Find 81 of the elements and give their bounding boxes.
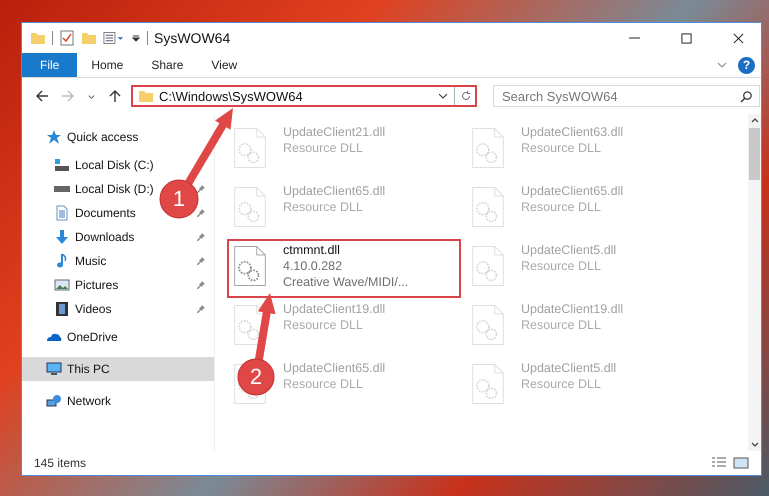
file-detail: Resource DLL — [521, 259, 602, 273]
sidebar-item[interactable]: Quick access — [22, 125, 214, 149]
sidebar-item[interactable]: Local Disk (D:) — [75, 182, 154, 196]
sidebar-item[interactable]: Music — [75, 254, 106, 268]
file-name: UpdateClient19.dll — [521, 302, 624, 316]
pin-icon[interactable] — [196, 280, 206, 290]
file-gears-icon — [471, 304, 505, 346]
sidebar-item[interactable]: Network — [22, 389, 214, 413]
picture-icon — [54, 277, 70, 293]
address-field[interactable]: C:\Windows\SysWOW64 — [131, 85, 477, 107]
maximize-icon[interactable] — [680, 32, 692, 44]
file-detail: Resource DLL — [283, 141, 364, 155]
sidebar-item[interactable]: This PC — [22, 357, 214, 381]
file-gears-icon — [471, 127, 505, 169]
item-count: 145 items — [34, 456, 86, 470]
file-name: UpdateClient65.dll — [283, 361, 386, 375]
step-number: 1 — [172, 186, 186, 212]
file-name: UpdateClient5.dll — [521, 243, 616, 257]
file-detail: Resource DLL — [283, 318, 364, 332]
step-number: 2 — [248, 364, 264, 390]
file-detail: Resource DLL — [521, 318, 602, 332]
file-gears-icon — [471, 363, 505, 405]
film-icon — [54, 301, 70, 317]
file-detail: Resource DLL — [283, 200, 364, 214]
properties-icon[interactable] — [103, 30, 125, 46]
drive-icon — [54, 186, 70, 192]
ribbon-tab[interactable]: Home — [77, 53, 138, 77]
file-gears-icon — [233, 245, 267, 287]
sidebar-item[interactable]: OneDrive — [22, 325, 214, 349]
file-name: UpdateClient63.dll — [521, 125, 624, 139]
drive-icon — [54, 157, 70, 173]
sidebar-item[interactable]: Documents — [75, 206, 136, 220]
file-name: UpdateClient21.dll — [283, 125, 386, 139]
pin-icon[interactable] — [196, 304, 206, 314]
file-name: UpdateClient5.dll — [521, 361, 616, 375]
file-tab[interactable]: File — [22, 53, 78, 77]
large-icons-view-icon[interactable] — [733, 456, 749, 470]
back-arrow-icon[interactable] — [35, 89, 49, 103]
help-button[interactable]: ? — [738, 56, 755, 74]
pin-icon[interactable] — [196, 208, 206, 218]
minimize-icon[interactable] — [628, 37, 640, 39]
computer-icon — [46, 361, 62, 377]
pin-icon[interactable] — [196, 232, 206, 242]
document-icon — [54, 205, 70, 221]
download-arrow-icon — [54, 229, 70, 245]
sidebar-item[interactable]: Pictures — [75, 278, 118, 292]
folder-icon — [138, 88, 154, 104]
file-detail: Resource DLL — [521, 200, 602, 214]
search-field[interactable]: Search SysWOW64 — [493, 85, 760, 107]
sidebar-item[interactable]: Local Disk (C:) — [75, 158, 154, 172]
file-detail: Resource DLL — [521, 377, 602, 391]
sidebar-item[interactable]: Downloads — [75, 230, 134, 244]
file-name: ctmmnt.dll — [283, 243, 341, 257]
ribbon-tab[interactable]: Share — [137, 53, 198, 77]
sidebar-item[interactable]: Videos — [75, 302, 112, 316]
file-gears-icon — [233, 186, 267, 228]
close-icon[interactable] — [732, 32, 744, 44]
customize-caret-icon[interactable] — [131, 33, 141, 43]
file-detail: Creative Wave/MIDI/... — [283, 275, 408, 289]
ribbon-tab[interactable]: View — [197, 53, 252, 77]
file-name: UpdateClient65.dll — [283, 184, 386, 198]
scroll-thumb[interactable] — [749, 128, 760, 180]
file-detail: 4.10.0.282 — [283, 259, 344, 273]
scrollbar[interactable] — [748, 114, 761, 451]
highlighted-file-tile[interactable]: ctmmnt.dll 4.10.0.282 Creative Wave/MIDI/... — [227, 239, 461, 298]
file-detail: Resource DLL — [521, 141, 602, 155]
network-icon — [46, 393, 62, 409]
address-path: C:\Windows\SysWOW64 — [159, 88, 304, 104]
file-name: UpdateClient19.dll — [283, 302, 386, 316]
window-title: SysWOW64 — [154, 30, 230, 46]
up-arrow-icon[interactable] — [108, 89, 122, 103]
refresh-icon[interactable] — [460, 90, 472, 102]
file-name: UpdateClient65.dll — [521, 184, 624, 198]
pin-icon[interactable] — [196, 184, 206, 194]
star-icon — [46, 129, 62, 145]
pin-icon[interactable] — [196, 256, 206, 266]
file-detail: Resource DLL — [283, 377, 364, 391]
checklist-icon[interactable] — [59, 30, 75, 46]
file-gears-icon — [233, 127, 267, 169]
file-gears-icon — [471, 186, 505, 228]
file-gears-icon — [471, 245, 505, 287]
